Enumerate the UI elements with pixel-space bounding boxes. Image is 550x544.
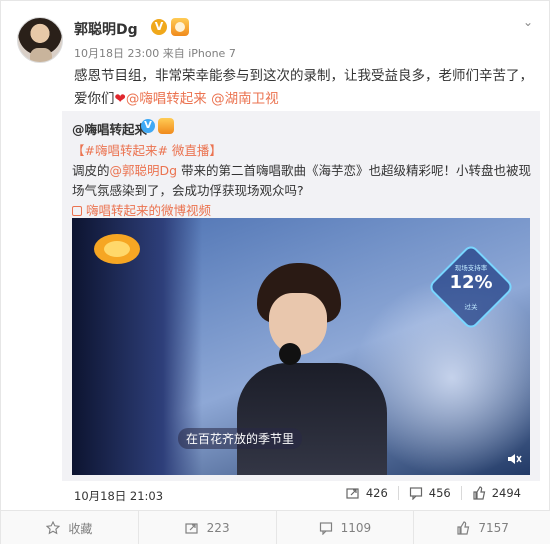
like-icon — [473, 486, 485, 500]
repost-stat-reposts[interactable]: 426 — [336, 486, 398, 500]
repost-stats: 426 456 2494 — [336, 486, 531, 500]
like-count: 2494 — [491, 486, 521, 500]
member-level-icon[interactable] — [158, 118, 174, 134]
star-icon — [46, 521, 61, 535]
repost-icon — [346, 488, 359, 499]
comment-total: 1109 — [340, 521, 372, 535]
channel-logo-icon — [94, 234, 140, 264]
approval-rating: 现场支持率 12% 过关 — [440, 256, 502, 318]
video-source-label[interactable]: 嗨唱转起来的微博视频 — [86, 203, 211, 218]
comment-button[interactable]: 1109 — [275, 511, 414, 544]
video-player[interactable]: 现场支持率 12% 过关 在百花齐放的季节里 — [72, 218, 530, 475]
approval-title: 现场支持率 — [454, 264, 488, 272]
weibo-post-card: 郭聪明Dg V ⌄ 10月18日 23:00 来自 iPhone 7 感恩节目组… — [0, 0, 550, 544]
verified-badge-icon: V — [151, 19, 167, 35]
hashtag-link[interactable]: 【#嗨唱转起来# 微直播】 — [72, 143, 222, 158]
approval-value: 12% — [449, 272, 493, 293]
lyric-subtitle: 在百花齐放的季节里 — [178, 428, 303, 449]
approval-status: 过关 — [464, 303, 478, 311]
heart-icon: ❤ — [114, 91, 126, 107]
repost-icon — [185, 523, 198, 534]
member-level-icon[interactable] — [171, 18, 189, 36]
repost-username[interactable]: @嗨唱转起来 — [72, 119, 147, 138]
avatar[interactable] — [17, 17, 63, 63]
comment-count: 456 — [428, 486, 451, 500]
mention-link[interactable]: @郭聪明Dg — [110, 163, 178, 178]
like-icon — [457, 521, 470, 535]
repost-text: 【#嗨唱转起来# 微直播】 调皮的@郭聪明Dg 带来的第二首嗨唱歌曲《海芋恋》也… — [72, 141, 532, 221]
like-button[interactable]: 7157 — [413, 511, 550, 544]
repost-count: 426 — [365, 486, 388, 500]
like-total: 7157 — [478, 521, 509, 535]
repost-timestamp[interactable]: 10月18日 21:03 — [74, 488, 163, 504]
repost-total: 223 — [206, 521, 230, 535]
favorite-label: 收藏 — [68, 521, 93, 536]
repost-stat-comments[interactable]: 456 — [397, 486, 461, 500]
repost-text-prefix: 调皮的 — [72, 163, 110, 178]
comment-icon — [319, 522, 332, 535]
comment-icon — [409, 487, 422, 500]
mention-link[interactable]: @湖南卫视 — [211, 91, 279, 107]
post-text: 感恩节目组，非常荣幸能参与到这次的录制，让我受益良多，老师们辛苦了，爱你们❤@嗨… — [74, 65, 534, 111]
favorite-button[interactable]: 收藏 — [1, 511, 138, 544]
mention-link[interactable]: @嗨唱转起来 — [126, 91, 207, 107]
verified-badge-icon: V — [141, 119, 155, 133]
post-timestamp[interactable]: 10月18日 23:00 — [74, 47, 159, 60]
post-meta: 10月18日 23:00 来自 iPhone 7 — [74, 45, 236, 61]
video-icon — [72, 206, 82, 216]
chevron-down-icon[interactable]: ⌄ — [523, 15, 533, 29]
post-username[interactable]: 郭聪明Dg — [74, 19, 138, 39]
action-bar: 收藏 223 1109 7157 — [1, 510, 550, 544]
repost-button[interactable]: 223 — [137, 511, 276, 544]
repost-stat-likes[interactable]: 2494 — [460, 486, 531, 500]
post-source: 来自 iPhone 7 — [162, 47, 236, 60]
mute-icon[interactable] — [506, 451, 522, 467]
